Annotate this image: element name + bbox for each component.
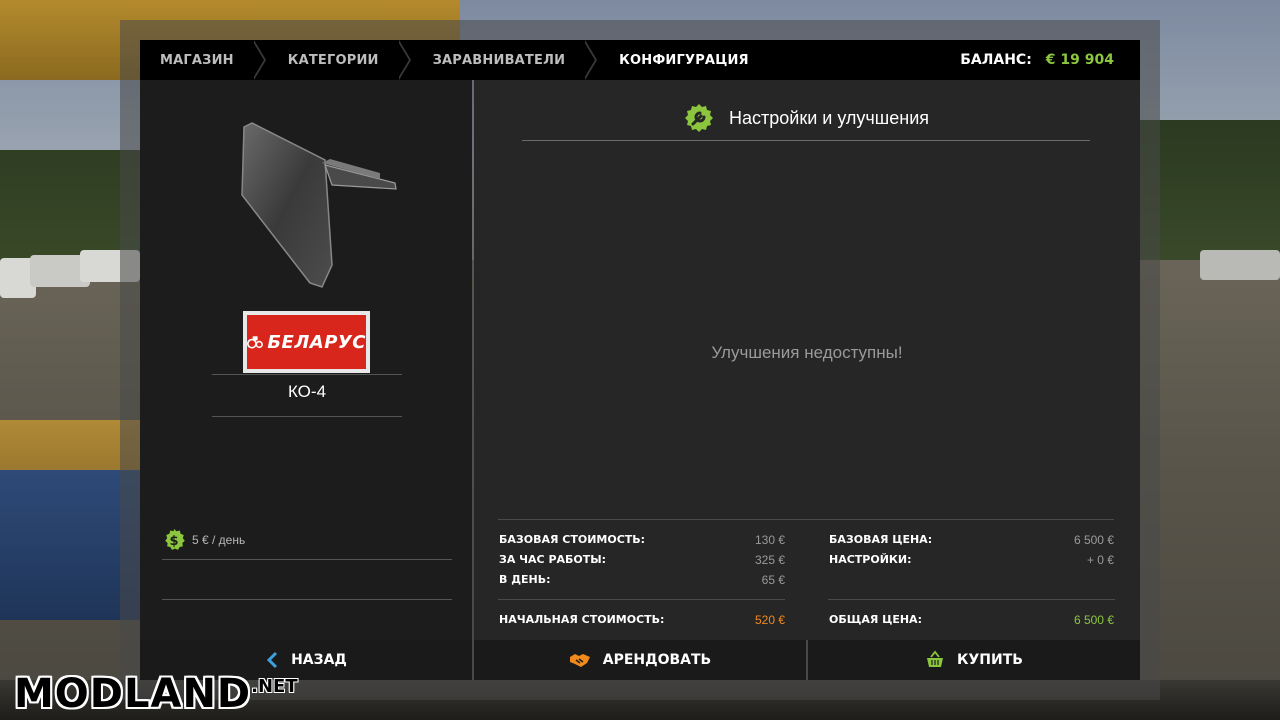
no-upgrades-message: Улучшения недоступны! [711, 343, 903, 362]
base-cost-value: 130 € [754, 533, 785, 547]
divider [162, 599, 452, 600]
chevron-left-icon [266, 651, 278, 669]
watermark-main: MODLAND [14, 671, 252, 717]
divider [828, 599, 1115, 600]
section-header: Настройки и улучшения [522, 98, 1090, 138]
balance-value: € 19 904 [1045, 52, 1114, 68]
site-watermark: MODLAND .NET [14, 672, 298, 716]
back-button-label: НАЗАД [291, 652, 347, 668]
blue-blade [0, 470, 140, 620]
buy-button[interactable]: КУПИТЬ [808, 640, 1140, 680]
divider [162, 559, 452, 560]
settings-cost-value: + 0 € [1086, 553, 1114, 567]
base-cost-label: БАЗОВАЯ СТОИМОСТЬ: [499, 533, 646, 546]
breadcrumb-levelers[interactable]: ЗАРАВНИВАТЕЛИ [413, 40, 586, 80]
divider [212, 374, 402, 375]
basket-icon [927, 650, 944, 667]
breadcrumb-separator [396, 40, 413, 80]
breadcrumb-configuration: КОНФИГУРАЦИЯ [619, 52, 749, 68]
watermark-suffix: .NET [251, 676, 298, 697]
per-hour-label: ЗА ЧАС РАБОТЫ: [499, 553, 607, 566]
money-icon: $ [165, 529, 185, 550]
divider [498, 599, 785, 600]
divider [212, 416, 402, 417]
base-price-value: 6 500 € [1073, 533, 1114, 547]
handshake-icon [569, 654, 590, 667]
per-day-value: 65 € [761, 573, 785, 587]
item-name: КО-4 [287, 382, 327, 401]
rent-price-text: 5 € / день [192, 533, 246, 547]
brand-emblem-icon [247, 336, 263, 349]
forest-right [1140, 120, 1280, 270]
base-price-label: БАЗОВАЯ ЦЕНА: [829, 533, 933, 546]
settings-cost-label: НАСТРОЙКИ: [829, 553, 912, 566]
balance-label: БАЛАНС: [960, 52, 1032, 68]
plow-blade-icon [241, 122, 397, 288]
car [1200, 250, 1280, 280]
breadcrumb-categories[interactable]: КАТЕГОРИИ [268, 40, 399, 80]
section-title: Настройки и улучшения [729, 107, 929, 128]
initial-cost-label: НАЧАЛЬНАЯ СТОИМОСТЬ: [499, 613, 665, 626]
breadcrumb-separator [251, 40, 268, 80]
total-price-value: 6 500 € [1073, 613, 1114, 627]
lease-button-label: АРЕНДОВАТЬ [602, 652, 712, 668]
per-hour-value: 325 € [754, 553, 785, 567]
breadcrumb-separator [583, 40, 599, 80]
settings-wrench-icon [685, 104, 713, 132]
buy-button-label: КУПИТЬ [957, 652, 1023, 668]
lease-button[interactable]: АРЕНДОВАТЬ [474, 640, 806, 680]
divider [522, 140, 1090, 141]
svg-text:$: $ [169, 534, 178, 549]
balance: БАЛАНС: € 19 904 [960, 40, 1114, 80]
initial-cost-value: 520 € [754, 613, 785, 627]
rent-price: $ 5 € / день [162, 528, 245, 552]
breadcrumb: МАГАЗИН КАТЕГОРИИ ЗАРАВНИВАТЕЛИ КОНФИГУР… [140, 40, 1140, 80]
brand-name: БЕЛАРУС [267, 331, 366, 353]
divider [498, 519, 1114, 520]
brand-logo: БЕЛАРУС [243, 311, 370, 373]
breadcrumb-shop[interactable]: МАГАЗИН [140, 40, 254, 80]
per-day-label: В ДЕНЬ: [499, 573, 551, 586]
total-price-label: ОБЩАЯ ЦЕНА: [829, 613, 922, 626]
